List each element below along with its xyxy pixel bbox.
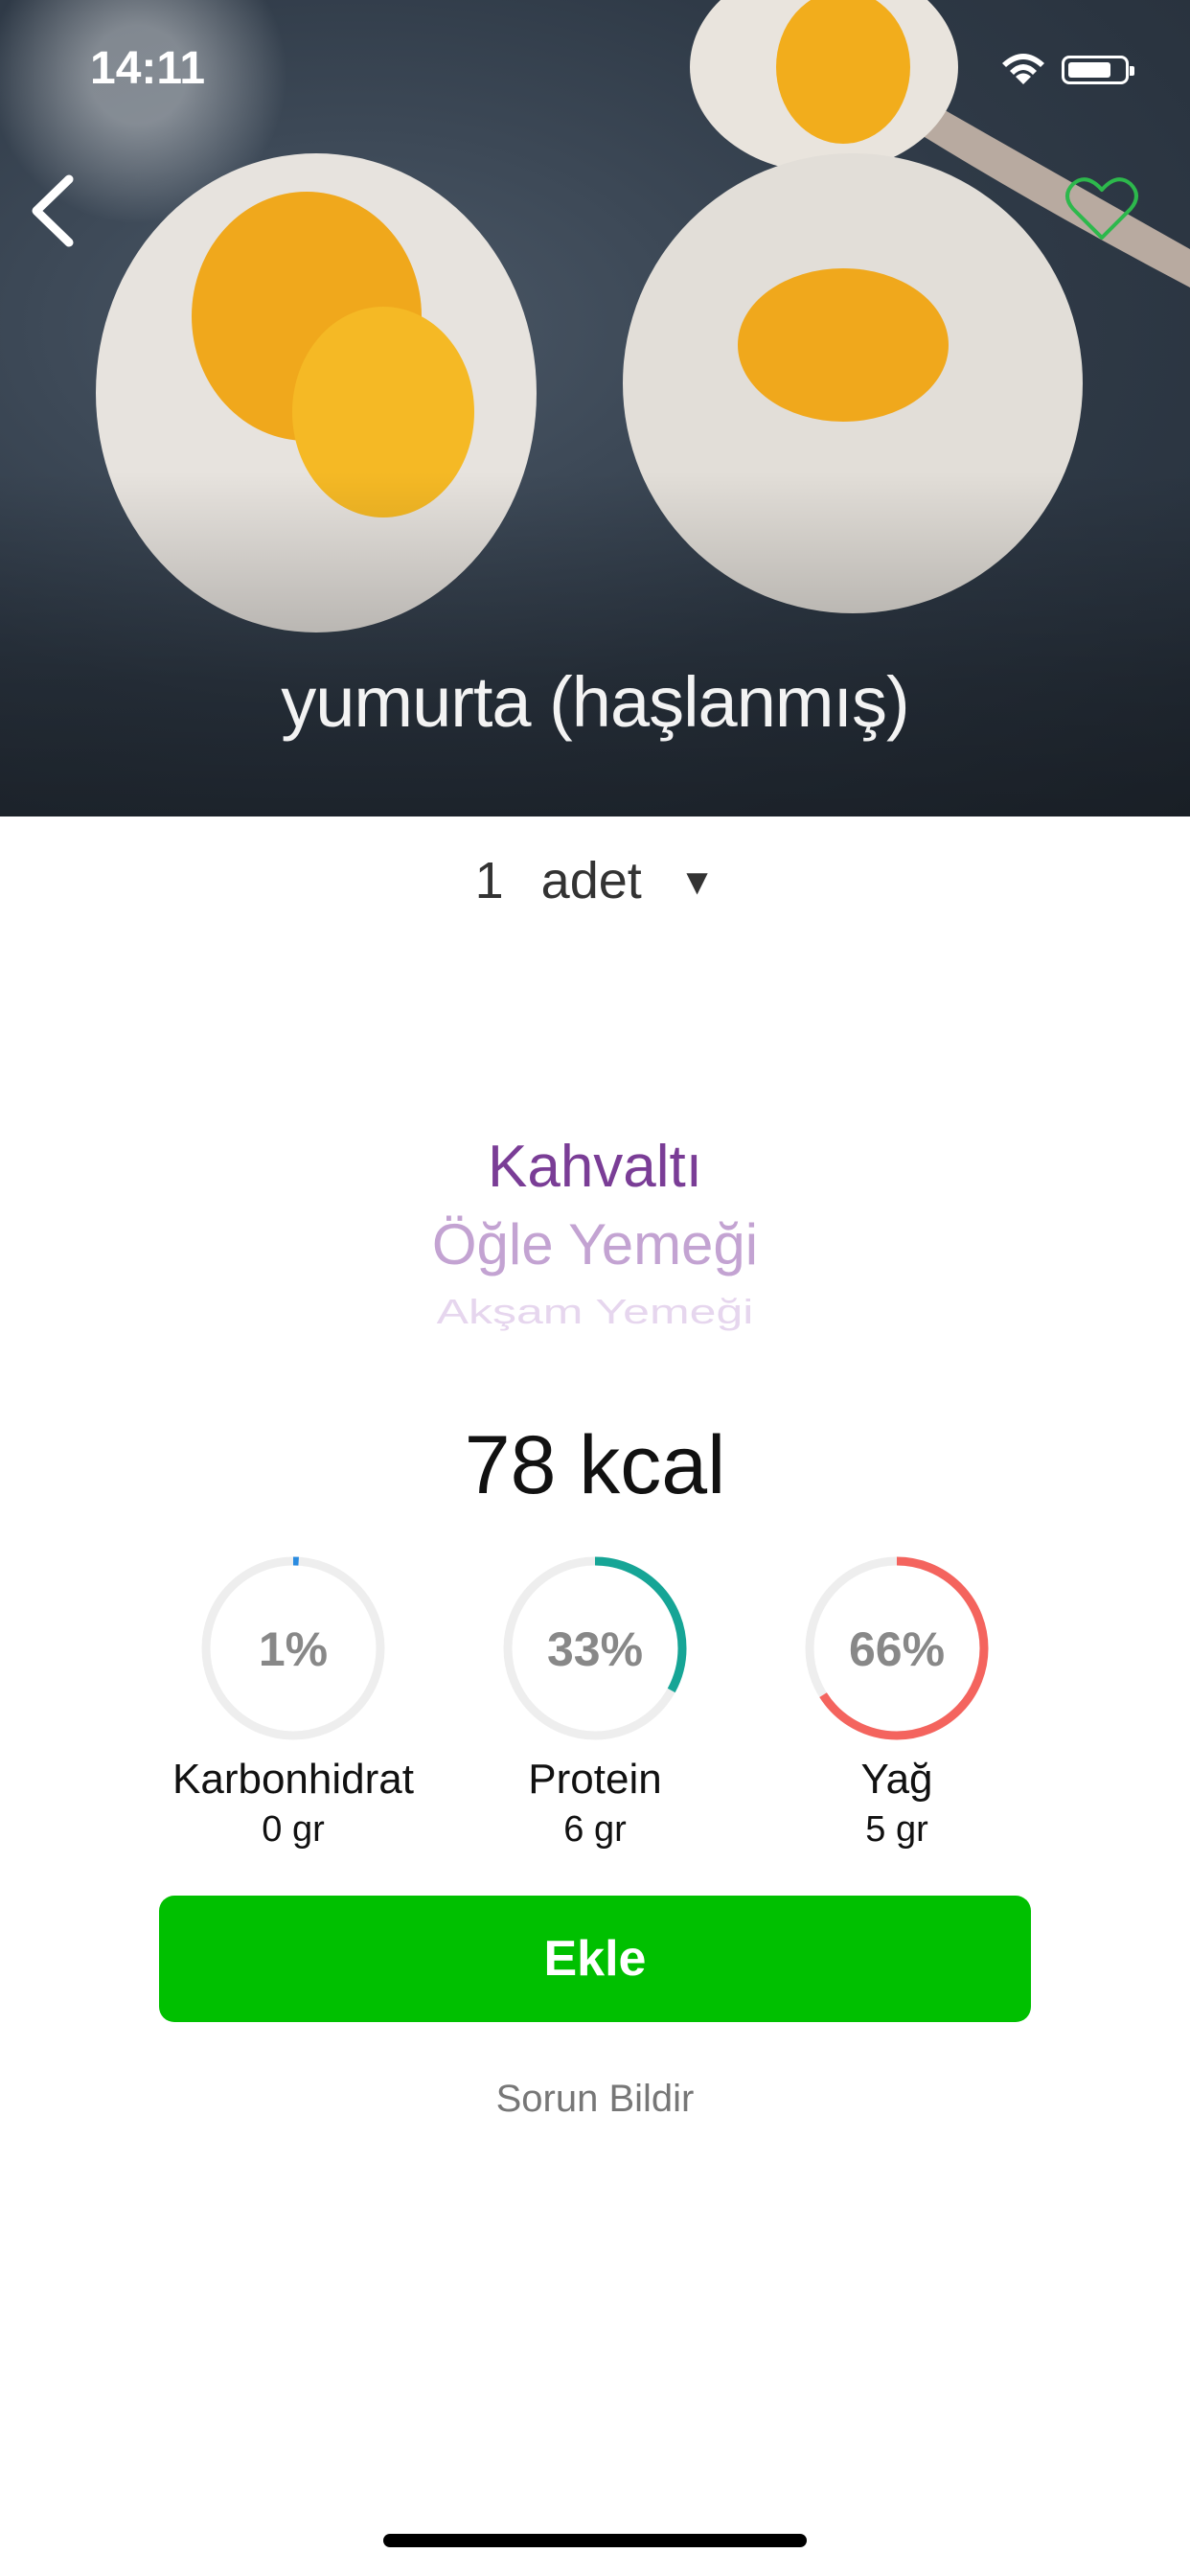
status-icons — [998, 50, 1142, 88]
carbs-label: Karbonhidrat — [172, 1756, 414, 1803]
macro-protein: 33% Protein 6 gr — [442, 1552, 748, 1851]
battery-icon — [1062, 56, 1134, 84]
carbs-grams: 0 gr — [262, 1809, 325, 1850]
fat-grams: 5 gr — [865, 1809, 928, 1850]
food-title: yumurta (haşlanmış) — [281, 662, 909, 742]
back-button[interactable] — [21, 168, 88, 254]
fat-percent: 66% — [848, 1622, 946, 1676]
home-indicator — [383, 2534, 807, 2547]
hero-gradient — [0, 472, 1190, 816]
status-time: 14:11 — [90, 43, 206, 94]
macro-fat: 66% Yağ 5 gr — [744, 1552, 1050, 1851]
carbs-percent: 1% — [258, 1622, 329, 1676]
wifi-icon — [1002, 54, 1044, 84]
heart-icon — [1065, 177, 1138, 240]
meal-option-dinner[interactable]: Akşam Yemeği — [0, 1292, 1190, 1332]
meal-option-lunch[interactable]: Öğle Yemeği — [0, 1211, 1190, 1277]
add-button[interactable]: Ekle — [159, 1896, 1031, 2022]
meal-picker[interactable]: Kahvaltı Öğle Yemeği Akşam Yemeği — [0, 1121, 1190, 1342]
macro-carbs: 1% Karbonhidrat 0 gr — [140, 1552, 446, 1851]
meal-option-breakfast[interactable]: Kahvaltı — [0, 1133, 1190, 1201]
protein-grams: 6 gr — [563, 1809, 627, 1850]
favorite-button[interactable] — [1064, 174, 1140, 243]
chevron-left-icon — [32, 174, 74, 247]
calories-value: 78 kcal — [464, 1419, 726, 1511]
portion-selector[interactable]: 1 adet ▼ — [0, 851, 1190, 910]
report-issue-link[interactable]: Sorun Bildir — [0, 2078, 1190, 2121]
fat-label: Yağ — [860, 1756, 933, 1803]
protein-percent: 33% — [546, 1622, 644, 1676]
dropdown-arrow-icon: ▼ — [678, 862, 716, 903]
hero-image: yumurta (haşlanmış) — [0, 0, 1190, 816]
protein-label: Protein — [528, 1756, 662, 1803]
portion-unit: adet — [540, 852, 642, 909]
portion-quantity: 1 — [474, 852, 504, 909]
